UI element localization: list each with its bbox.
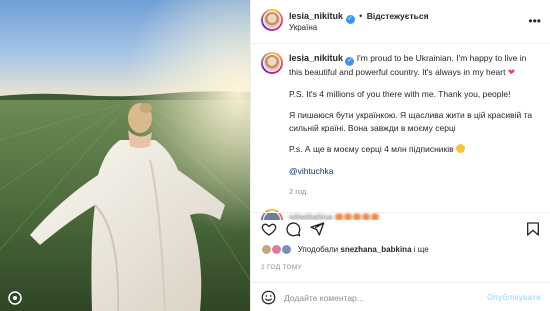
likes-suffix[interactable]: і ще xyxy=(414,245,429,254)
caption-paragraph-5: @vihtuchka xyxy=(289,165,541,178)
avatar[interactable] xyxy=(261,52,283,74)
avatar[interactable] xyxy=(261,9,283,31)
mention-link[interactable]: @vihtuchka xyxy=(289,166,334,176)
likes-summary[interactable]: Уподобали snezhana_babkina і ще xyxy=(261,244,429,258)
caption-paragraph-4: P.s. А ще в моєму серці 4 млн підписникі… xyxy=(289,143,541,156)
publish-button[interactable]: Опублікувати xyxy=(487,293,541,302)
caption-paragraph-2: P.S. It's 4 millions of you there with m… xyxy=(289,88,511,99)
header-username[interactable]: lesia_nikituk xyxy=(289,11,343,21)
post-location[interactable]: Україна xyxy=(289,23,317,32)
post-timestamp[interactable]: 2 ГОД ТОМУ xyxy=(261,264,302,271)
separator-dot: • xyxy=(359,11,363,21)
more-horizontal-icon[interactable]: ••• xyxy=(528,14,541,28)
add-comment-bar: Опублікувати xyxy=(251,282,550,311)
liker-avatar xyxy=(281,244,293,255)
caption-username[interactable]: lesia_nikituk xyxy=(289,53,343,63)
red-heart-emoji-icon: ❤ xyxy=(507,67,515,77)
post-image xyxy=(0,0,250,311)
caption-timestamp: 2 год. xyxy=(289,187,309,196)
likes-user-link[interactable]: snezhana_babkina xyxy=(340,245,411,254)
paper-plane-icon[interactable] xyxy=(309,221,325,237)
post-actions-bar xyxy=(251,212,550,242)
carousel-icon xyxy=(8,291,22,305)
pleading-face-emoji-icon xyxy=(456,144,466,153)
post-header: lesia_nikituk ✓ • Відстежується Україна … xyxy=(251,0,550,44)
verified-badge-icon: ✓ xyxy=(345,15,355,24)
verified-badge-icon: ✓ xyxy=(345,57,355,66)
caption-ps-text: P.s. А ще в моєму серці 4 млн підписникі… xyxy=(289,144,454,154)
post-caption: lesia_nikituk ✓ I'm proud to be Ukrainia… xyxy=(261,44,541,199)
caption-paragraph-1: lesia_nikituk ✓ I'm proud to be Ukrainia… xyxy=(289,52,541,79)
post-photo[interactable] xyxy=(0,0,250,311)
follow-status-button[interactable]: Відстежується xyxy=(367,11,429,21)
bookmark-icon[interactable] xyxy=(525,221,541,237)
post-side-panel: lesia_nikituk ✓ • Відстежується Україна … xyxy=(250,0,550,311)
likes-prefix: Уподобали xyxy=(297,245,339,254)
comment-input[interactable] xyxy=(284,289,474,306)
speech-bubble-icon[interactable] xyxy=(285,221,301,237)
caption-paragraph-3: Я пишаюся бути українкою. Я щаслива жити… xyxy=(289,110,533,133)
heart-outline-icon[interactable] xyxy=(261,221,277,237)
smile-icon[interactable] xyxy=(261,290,276,305)
comments-section[interactable]: lesia_nikituk ✓ I'm proud to be Ukrainia… xyxy=(251,44,550,220)
